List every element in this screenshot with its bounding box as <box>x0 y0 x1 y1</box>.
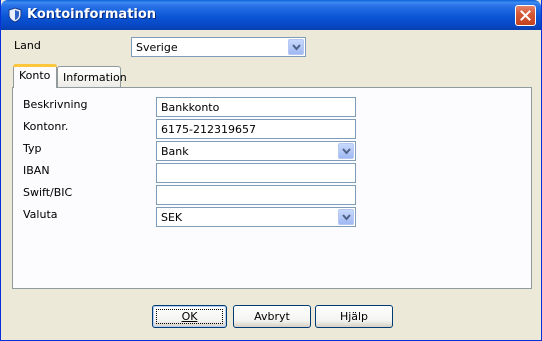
chevron-down-icon <box>292 44 301 51</box>
land-label: Land <box>14 39 41 52</box>
kontoinformation-dialog: Kontoinformation Land Sverige Konto Info… <box>0 0 542 341</box>
help-button[interactable]: Hjälp <box>315 305 393 328</box>
iban-label: IBAN <box>23 164 50 177</box>
swift-input[interactable] <box>156 185 356 205</box>
typ-value: Bank <box>161 145 189 158</box>
app-shield-icon <box>7 7 23 23</box>
typ-select[interactable]: Bank <box>156 141 356 161</box>
kontonr-value: 6175-212319657 <box>161 123 256 136</box>
tab-information-label: Information <box>63 71 127 84</box>
tab-information[interactable]: Information <box>57 66 127 88</box>
valuta-label: Valuta <box>23 208 58 221</box>
window-title: Kontoinformation <box>27 7 157 22</box>
close-button[interactable] <box>515 5 536 26</box>
valuta-dropdown-button[interactable] <box>338 209 354 225</box>
help-label: Hjälp <box>339 310 369 323</box>
land-dropdown-button[interactable] <box>288 39 304 55</box>
beskrivning-label: Beskrivning <box>23 98 88 111</box>
beskrivning-input[interactable]: Bankkonto <box>156 97 356 117</box>
tab-konto[interactable]: Konto <box>13 64 57 88</box>
cancel-button[interactable]: Avbryt <box>233 305 311 328</box>
land-select[interactable]: Sverige <box>131 37 306 57</box>
valuta-value: SEK <box>161 211 183 224</box>
beskrivning-value: Bankkonto <box>161 101 220 114</box>
title-bar[interactable]: Kontoinformation <box>1 0 541 30</box>
land-value: Sverige <box>136 41 178 54</box>
chevron-down-icon <box>342 148 351 155</box>
typ-label: Typ <box>23 142 42 155</box>
iban-input[interactable] <box>156 163 356 183</box>
chevron-down-icon <box>342 214 351 221</box>
close-icon <box>520 10 531 21</box>
swift-label: Swift/BIC <box>23 186 73 199</box>
kontonr-input[interactable]: 6175-212319657 <box>156 119 356 139</box>
cancel-label: Avbryt <box>254 310 290 323</box>
valuta-select[interactable]: SEK <box>156 207 356 227</box>
ok-button[interactable]: OK <box>152 305 227 328</box>
typ-dropdown-button[interactable] <box>338 143 354 159</box>
ok-label: OK <box>181 310 198 323</box>
tab-konto-label: Konto <box>19 69 51 82</box>
kontonr-label: Kontonr. <box>23 120 69 133</box>
